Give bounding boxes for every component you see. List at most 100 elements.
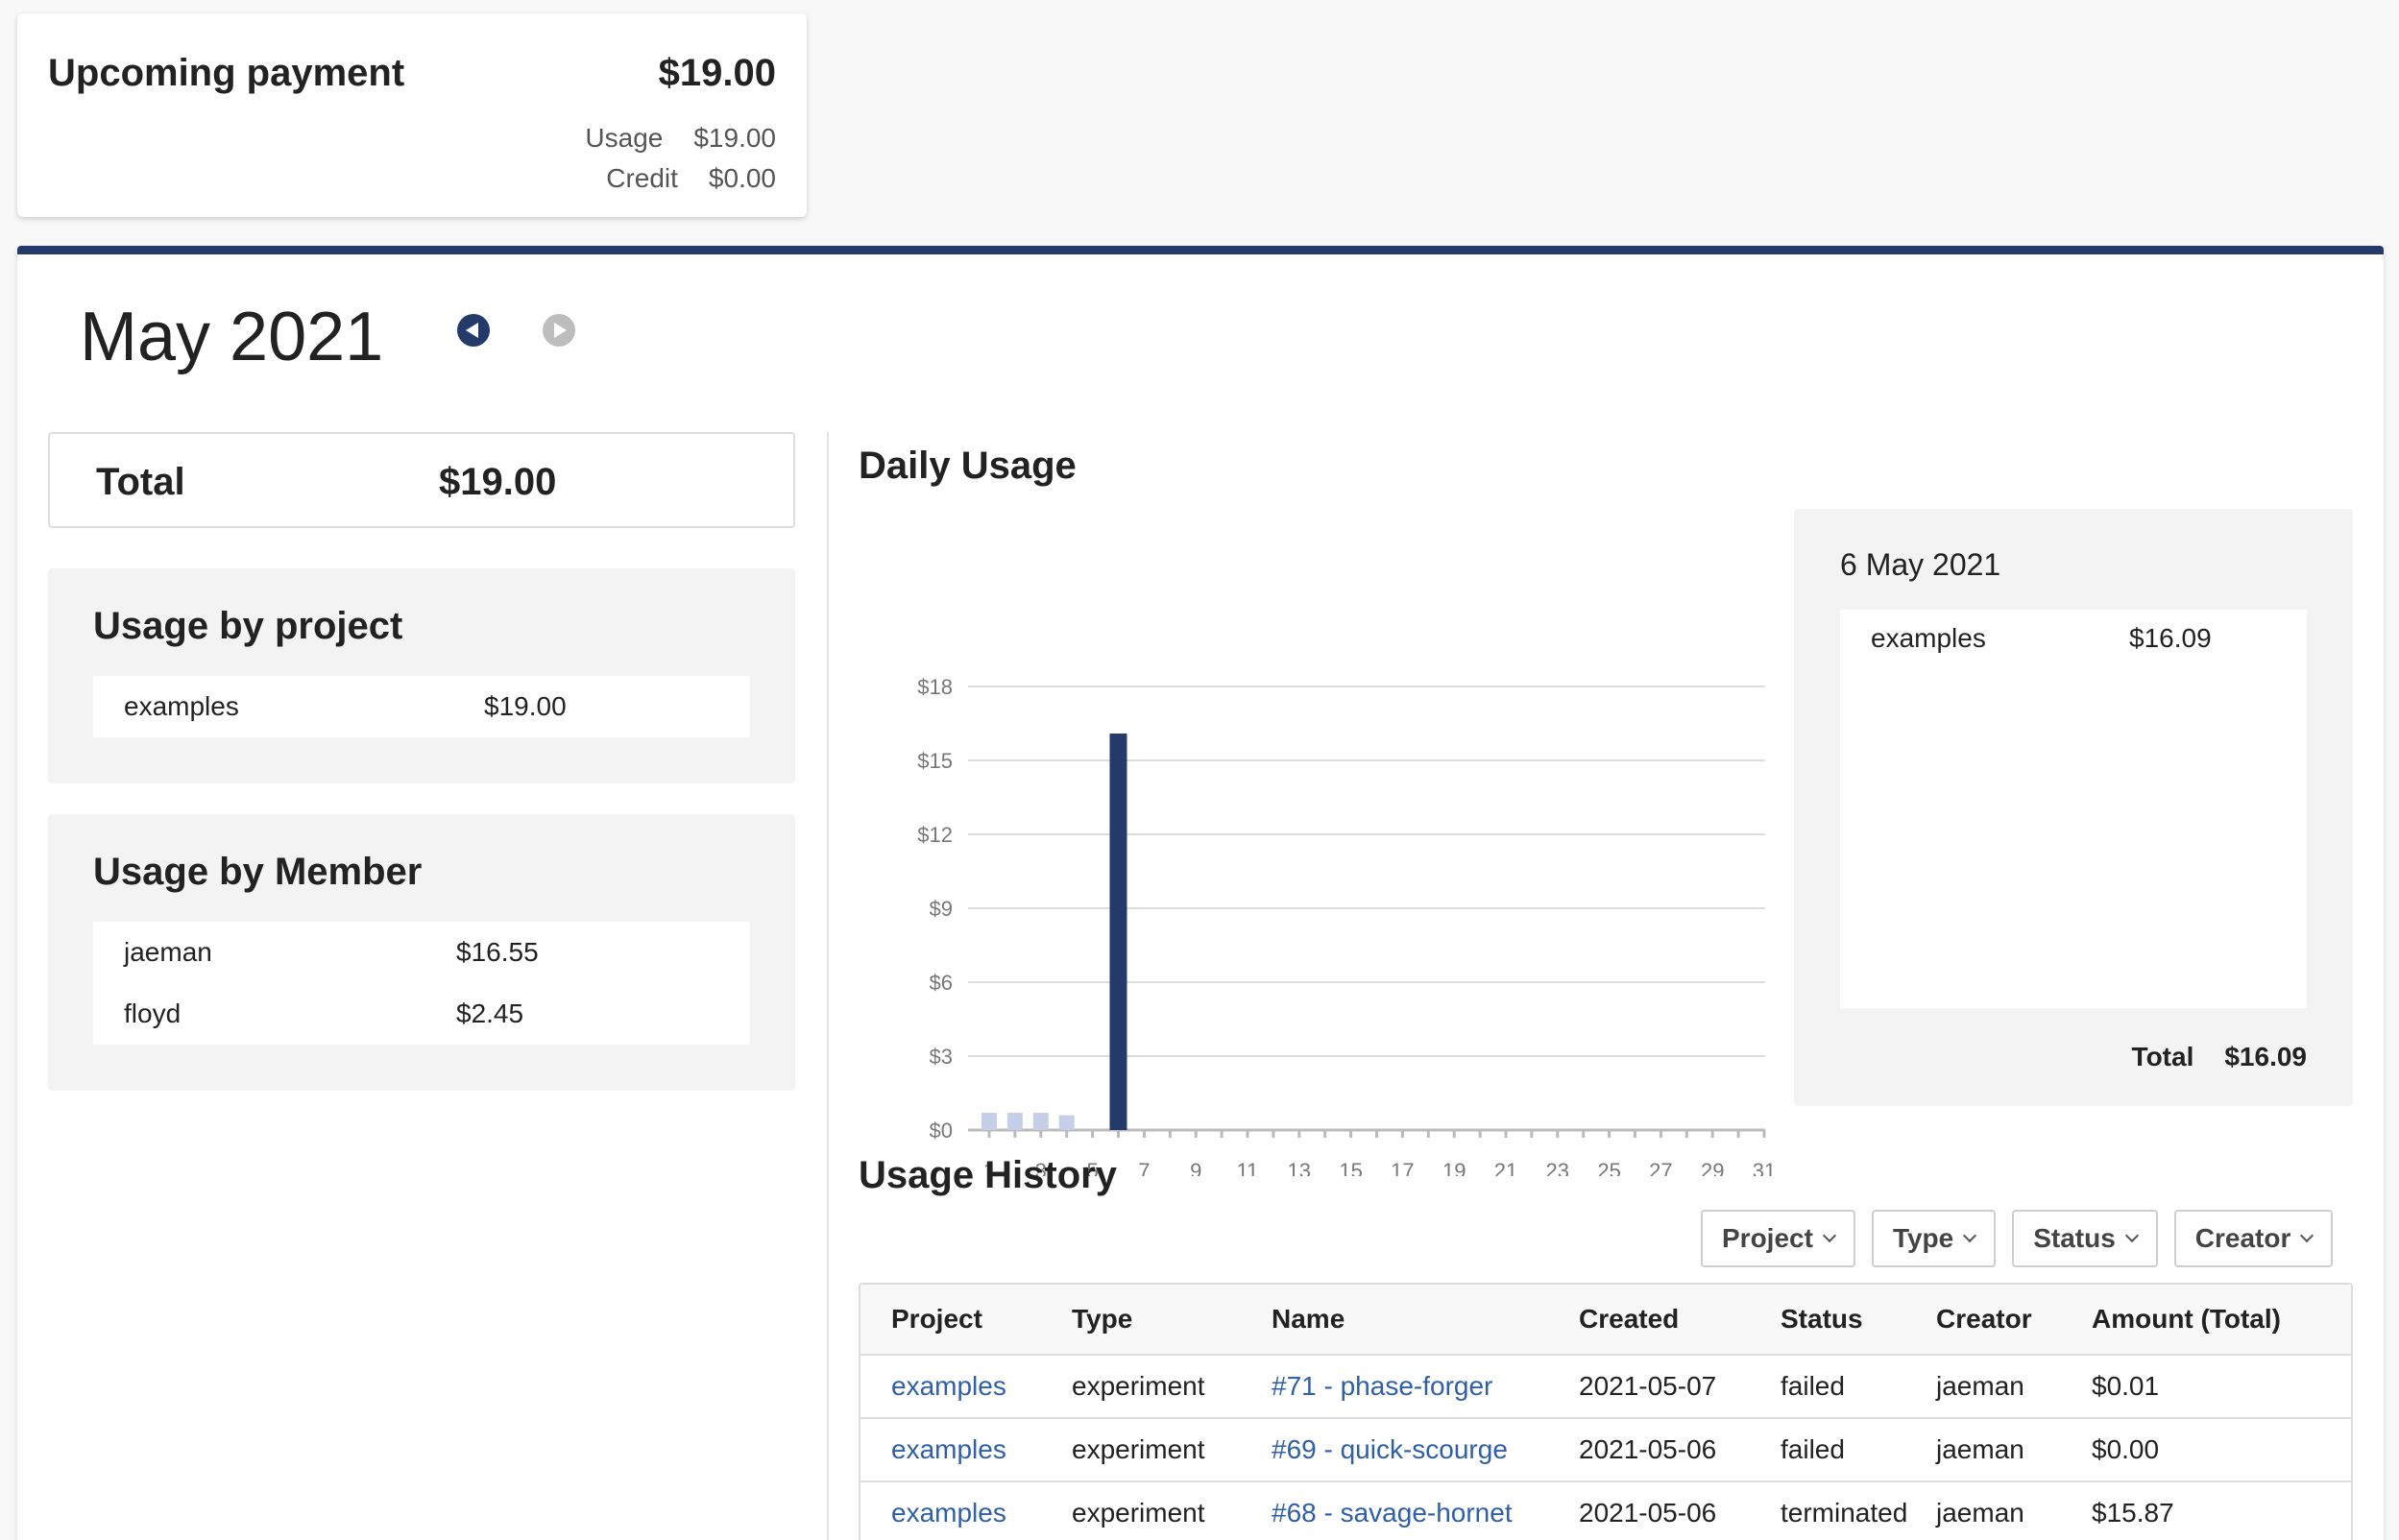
name-link[interactable]: #69 - quick-scourge <box>1272 1434 1508 1465</box>
chevron-down-icon <box>1822 1228 1837 1243</box>
column-header[interactable]: Creator <box>1936 1304 2032 1335</box>
column-header[interactable]: Project <box>891 1304 982 1335</box>
usage-by-project-panel: Usage by project examples $19.00 <box>48 568 795 783</box>
total-label: Total <box>96 461 185 503</box>
member-name: floyd <box>124 999 182 1028</box>
daily-detail-panel: 6 May 2021 examples $16.09 Total $16.09 <box>1794 509 2353 1106</box>
y-tick-label: $0 <box>930 1119 953 1143</box>
created-cell: 2021-05-06 <box>1579 1434 1717 1464</box>
billing-period-panel: May 2021 Total $19.00 Usage by project e… <box>17 246 2384 1540</box>
chevron-left-circle-icon[interactable] <box>457 314 490 347</box>
x-tick-label: 7 <box>1138 1159 1150 1176</box>
amount-cell: $0.00 <box>2092 1434 2160 1464</box>
history-filters: Project Type Status Creator <box>1701 1210 2334 1267</box>
y-tick-label: $12 <box>917 823 953 847</box>
amount-cell: $0.01 <box>2092 1371 2160 1401</box>
upcoming-payment-title: Upcoming payment <box>48 52 405 94</box>
project-name: examples <box>124 691 239 721</box>
usage-row: Usage $19.00 <box>585 123 776 154</box>
upcoming-payment-amount: $19.00 <box>658 52 776 94</box>
amount-cell: $15.87 <box>2092 1498 2174 1528</box>
y-tick-label: $18 <box>917 675 953 699</box>
project-usage-list: examples $19.00 <box>93 676 750 737</box>
total-box: Total $19.00 <box>48 432 795 528</box>
list-item: jaeman $16.55 <box>93 922 750 983</box>
usage-history-table: Project Type Name Created Status Creator… <box>859 1283 2353 1540</box>
y-tick-label: $9 <box>930 897 953 921</box>
x-tick-label: 29 <box>1701 1159 1724 1176</box>
usage-history-title: Usage History <box>859 1154 1117 1196</box>
detail-total-value: $16.09 <box>2224 1042 2307 1071</box>
filter-label: Type <box>1892 1223 1954 1253</box>
usage-label: Usage <box>585 123 664 153</box>
column-header[interactable]: Type <box>1072 1304 1132 1335</box>
table-row[interactable]: examples experiment #69 - quick-scourge … <box>860 1419 2351 1482</box>
y-tick-label: $3 <box>930 1045 953 1069</box>
table-row[interactable]: examples experiment #71 - phase-forger 2… <box>860 1356 2351 1419</box>
creator-cell: jaeman <box>1936 1498 2024 1528</box>
status-cell: failed <box>1781 1434 1845 1464</box>
created-cell: 2021-05-06 <box>1579 1498 1717 1528</box>
usage-by-member-panel: Usage by Member jaeman $16.55 floyd $2.4… <box>48 814 795 1091</box>
y-tick-label: $6 <box>930 971 953 995</box>
upcoming-payment-card: Upcoming payment $19.00 Usage $19.00 Cre… <box>17 13 807 217</box>
column-header[interactable]: Name <box>1272 1304 1345 1335</box>
project-link[interactable]: examples <box>891 1434 1006 1465</box>
x-tick-label: 17 <box>1391 1159 1414 1176</box>
detail-list: examples $16.09 <box>1840 610 2307 1008</box>
filter-label: Project <box>1722 1223 1813 1253</box>
x-tick-label: 13 <box>1288 1159 1311 1176</box>
usage-value: $19.00 <box>693 123 776 153</box>
filter-label: Status <box>2033 1223 2116 1253</box>
column-header[interactable]: Created <box>1579 1304 1679 1335</box>
x-tick-label: 15 <box>1339 1159 1362 1176</box>
creator-cell: jaeman <box>1936 1371 2024 1401</box>
period-title: May 2021 <box>80 299 384 375</box>
x-tick-label: 11 <box>1237 1159 1259 1176</box>
filter-status-button[interactable]: Status <box>2012 1210 2158 1267</box>
x-tick-label: 9 <box>1190 1159 1201 1176</box>
x-tick-label: 21 <box>1494 1159 1517 1176</box>
credit-row: Credit $0.00 <box>606 163 776 194</box>
chevron-right-circle-icon[interactable] <box>543 314 575 347</box>
status-cell: terminated <box>1781 1498 1908 1528</box>
created-cell: 2021-05-07 <box>1579 1371 1717 1401</box>
usage-by-project-title: Usage by project <box>93 605 403 647</box>
column-divider <box>827 432 829 1540</box>
name-link[interactable]: #68 - savage-hornet <box>1272 1498 1513 1528</box>
type-cell: experiment <box>1072 1498 1205 1528</box>
member-value: $2.45 <box>456 999 524 1028</box>
credit-value: $0.00 <box>708 163 776 193</box>
list-item: examples $16.09 <box>1840 610 2307 671</box>
detail-project-value: $16.09 <box>2129 623 2212 653</box>
total-value: $19.00 <box>439 461 557 503</box>
bar <box>1006 1113 1023 1130</box>
table-header: Project Type Name Created Status Creator… <box>860 1285 2351 1356</box>
bar <box>981 1113 997 1130</box>
bar <box>1058 1115 1075 1130</box>
y-tick-label: $15 <box>917 749 953 773</box>
bar <box>1032 1113 1049 1130</box>
project-link[interactable]: examples <box>891 1371 1006 1402</box>
credit-label: Credit <box>606 163 678 193</box>
chevron-down-icon <box>2124 1228 2139 1243</box>
chevron-down-icon <box>1963 1228 1977 1243</box>
list-item: examples $19.00 <box>93 676 750 737</box>
name-link[interactable]: #71 - phase-forger <box>1272 1371 1492 1402</box>
creator-cell: jaeman <box>1936 1434 2024 1464</box>
filter-type-button[interactable]: Type <box>1871 1210 1997 1267</box>
list-item: floyd $2.45 <box>93 983 750 1045</box>
table-row[interactable]: examples experiment #68 - savage-hornet … <box>860 1482 2351 1540</box>
project-value: $19.00 <box>484 691 567 721</box>
filter-label: Creator <box>2194 1223 2291 1253</box>
project-link[interactable]: examples <box>891 1498 1006 1528</box>
filter-project-button[interactable]: Project <box>1701 1210 1855 1267</box>
detail-project-name: examples <box>1871 623 1986 653</box>
member-name: jaeman <box>124 937 212 967</box>
column-header[interactable]: Amount (Total) <box>2092 1304 2281 1335</box>
filter-creator-button[interactable]: Creator <box>2173 1210 2334 1267</box>
usage-by-member-title: Usage by Member <box>93 851 423 893</box>
x-tick-label: 23 <box>1546 1159 1569 1176</box>
column-header[interactable]: Status <box>1781 1304 1863 1335</box>
x-tick-label: 27 <box>1649 1159 1672 1176</box>
